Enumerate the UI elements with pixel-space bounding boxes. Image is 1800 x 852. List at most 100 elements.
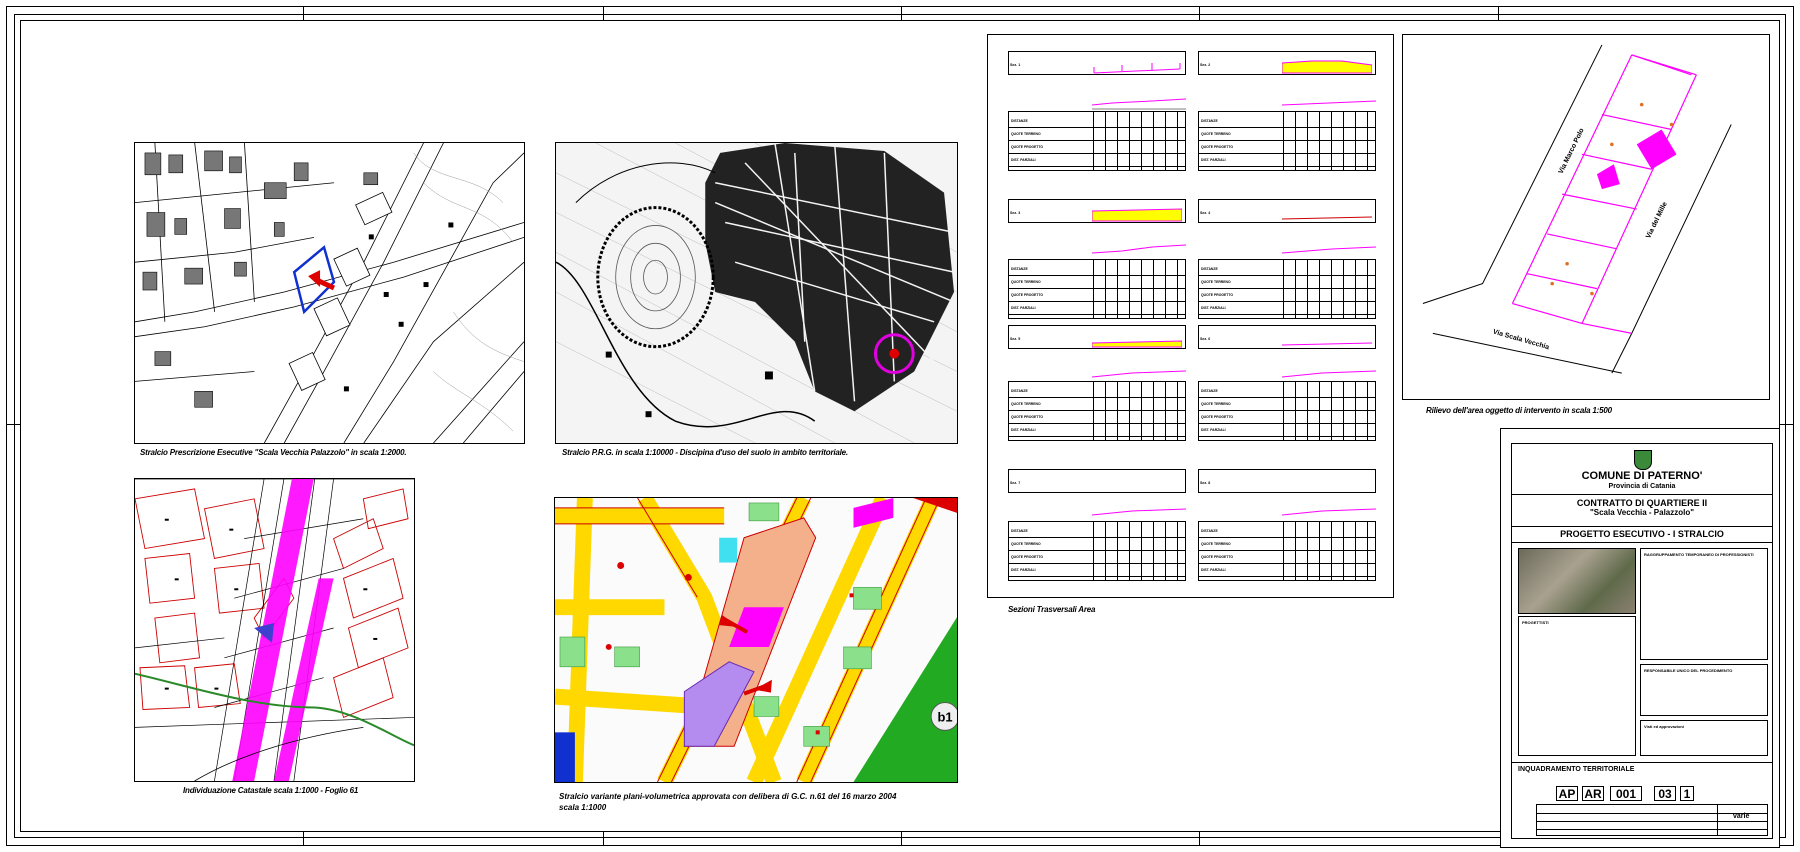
section-row-label: DISTANZE — [1201, 389, 1218, 393]
section-row: QUOTE PROGETTO — [1009, 290, 1185, 302]
coat-of-arms-icon — [1634, 450, 1652, 470]
section-title: Sez. 3 — [1010, 211, 1021, 215]
section-row-label: QUOTE TERRENO — [1011, 542, 1041, 546]
section-row-label: DIST. PARZIALI — [1011, 158, 1036, 162]
section-column-line — [1153, 112, 1154, 170]
section-column-line — [1367, 260, 1368, 318]
caption-catastale: Individuazione Catastale scala 1:1000 - … — [183, 786, 359, 795]
section-column-line — [1307, 382, 1308, 440]
visti-label: Visti ed approvazioni — [1644, 724, 1684, 729]
caption-variante: Stralcio variante plani-volumetrica appr… — [559, 791, 896, 813]
project-phase: PROGETTO ESECUTIVO - I STRALCIO — [1560, 529, 1724, 539]
section-column-line — [1093, 112, 1094, 170]
section-column-line — [1105, 112, 1106, 170]
section-title: Sez. 5 — [1010, 337, 1021, 341]
section-column-line — [1141, 382, 1142, 440]
project-name: "Scala Vecchia - Palazzolo" — [1589, 508, 1695, 517]
section-8: Sez. 8 DISTANZE QUOTE TERRENO QUOTE PROGET… — [1198, 469, 1376, 581]
section-column-line — [1343, 112, 1344, 170]
section-column-line — [1283, 522, 1284, 580]
section-column-line — [1165, 112, 1166, 170]
section-column-line — [1177, 260, 1178, 318]
section-column-line — [1343, 260, 1344, 318]
section-6: Sez. 6 DISTANZE QUOTE TERRENO QUOTE PROGET… — [1198, 325, 1376, 441]
section-row-label: DISTANZE — [1011, 267, 1028, 271]
section-row: QUOTE TERRENO — [1009, 539, 1185, 551]
section-row: QUOTE TERRENO — [1009, 277, 1185, 289]
section-column-line — [1093, 260, 1094, 318]
section-column-line — [1129, 260, 1130, 318]
section-row-label: DIST. PARZIALI — [1201, 568, 1226, 572]
section-row-label: DIST. PARZIALI — [1201, 306, 1226, 310]
section-row: QUOTE PROGETTO — [1009, 412, 1185, 424]
section-row-label: DISTANZE — [1201, 529, 1218, 533]
section-row: DISTANZE — [1199, 116, 1375, 128]
section-column-line — [1165, 522, 1166, 580]
section-column-line — [1343, 522, 1344, 580]
section-column-line — [1331, 260, 1332, 318]
section-row-label: QUOTE TERRENO — [1201, 280, 1231, 284]
section-title: Sez. 8 — [1200, 481, 1211, 485]
section-row-label: QUOTE PROGETTO — [1201, 293, 1233, 297]
caption-sezioni: Sezioni Trasversali Area — [1008, 605, 1096, 614]
section-row-label: QUOTE PROGETTO — [1011, 293, 1043, 297]
section-row: DIST. PARZIALI — [1199, 155, 1375, 167]
section-row: DISTANZE — [1009, 386, 1185, 398]
section-row: QUOTE PROGETTO — [1199, 552, 1375, 564]
tavola-title: INQUADRAMENTO TERRITORIALE — [1518, 766, 1635, 773]
section-column-line — [1117, 522, 1118, 580]
section-title: Sez. 2 — [1200, 63, 1211, 67]
plan-rilievo-map: Via Marco Polo Via del Mille Via Scala V… — [1402, 34, 1770, 400]
section-title: Sez. 6 — [1200, 337, 1211, 341]
grid-tick — [1199, 6, 1200, 20]
section-row: DISTANZE — [1199, 264, 1375, 276]
section-column-line — [1355, 260, 1356, 318]
plan-variante-map: b1 — [554, 497, 958, 783]
section-title: Sez. 4 — [1200, 211, 1211, 215]
grid-tick — [1780, 424, 1794, 425]
section-column-line — [1093, 522, 1094, 580]
section-row-label: QUOTE TERRENO — [1011, 402, 1041, 406]
section-row-label: DISTANZE — [1011, 119, 1028, 123]
progettisti-label: PROGETTISTI — [1522, 620, 1549, 625]
section-column-line — [1319, 112, 1320, 170]
section-column-line — [1319, 522, 1320, 580]
grid-tick — [1498, 6, 1499, 20]
section-title: Sez. 7 — [1010, 481, 1021, 485]
caption-variante-line2: scala 1:1000 — [559, 803, 607, 812]
grid-tick — [1199, 832, 1200, 846]
section-row: QUOTE TERRENO — [1199, 539, 1375, 551]
section-column-line — [1295, 260, 1296, 318]
section-column-line — [1165, 382, 1166, 440]
provincia: Provincia di Catania — [1608, 483, 1676, 490]
section-row-label: QUOTE PROGETTO — [1011, 145, 1043, 149]
section-row: DIST. PARZIALI — [1009, 155, 1185, 167]
section-row: DISTANZE — [1009, 526, 1185, 538]
grid-tick — [603, 832, 604, 846]
section-column-line — [1307, 522, 1308, 580]
section-row-label: QUOTE PROGETTO — [1011, 555, 1043, 559]
section-column-line — [1105, 522, 1106, 580]
section-3: Sez. 3 DISTANZE QUOTE TERRENO QUOTE PROGET… — [1008, 199, 1186, 319]
section-column-line — [1177, 112, 1178, 170]
section-row-label: DISTANZE — [1011, 529, 1028, 533]
section-row: DIST. PARZIALI — [1199, 565, 1375, 577]
section-row-label: DIST. PARZIALI — [1201, 428, 1226, 432]
responsabile-label: RESPONSABILE UNICO DEL PROCEDIMENTO — [1644, 668, 1733, 673]
section-row: QUOTE TERRENO — [1009, 129, 1185, 141]
section-row-label: QUOTE PROGETTO — [1201, 415, 1233, 419]
section-5: Sez. 5 DISTANZE QUOTE TERRENO QUOTE PROGET… — [1008, 325, 1186, 441]
section-column-line — [1129, 522, 1130, 580]
responsabile-box: RESPONSABILE UNICO DEL PROCEDIMENTO — [1640, 664, 1768, 716]
section-column-line — [1355, 382, 1356, 440]
section-row: QUOTE PROGETTO — [1009, 142, 1185, 154]
section-row: DISTANZE — [1009, 116, 1185, 128]
section-row: QUOTE PROGETTO — [1199, 412, 1375, 424]
section-column-line — [1283, 112, 1284, 170]
code-box: AP — [1556, 786, 1578, 801]
section-row-label: DISTANZE — [1011, 389, 1028, 393]
section-title: Sez. 1 — [1010, 63, 1021, 67]
visti-box: Visti ed approvazioni — [1640, 720, 1768, 756]
section-row-label: QUOTE PROGETTO — [1011, 415, 1043, 419]
section-row: DIST. PARZIALI — [1009, 425, 1185, 437]
